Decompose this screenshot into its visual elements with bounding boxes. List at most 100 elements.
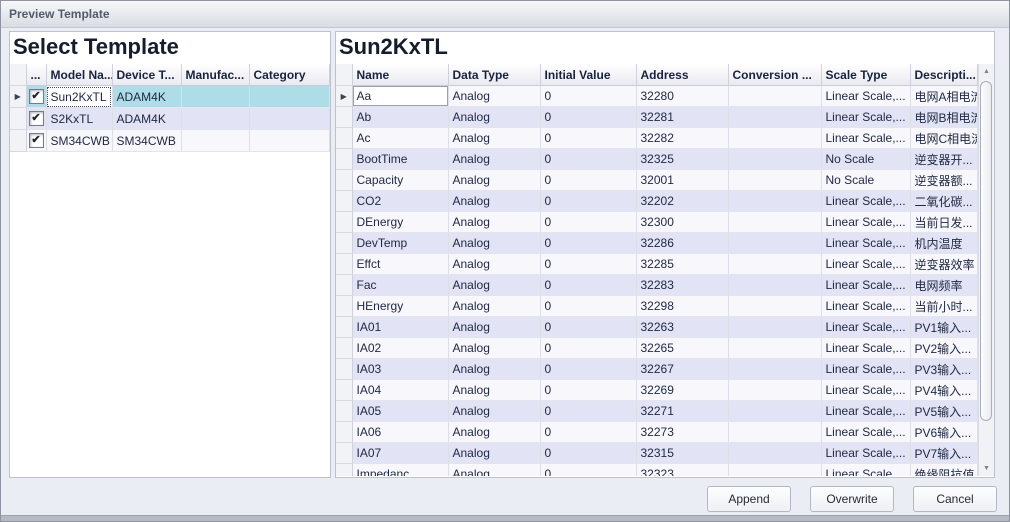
tag-name-cell[interactable]: IA07 <box>352 443 448 464</box>
template-row[interactable]: ▶✔Sun2KxTLADAM4K <box>10 86 330 108</box>
scale-type-cell[interactable]: Linear Scale,... <box>821 212 910 233</box>
description-cell[interactable]: 逆变器开... <box>910 149 978 170</box>
address-cell[interactable]: 32202 <box>636 191 728 212</box>
col-header-data-type[interactable]: Data Type <box>448 64 540 86</box>
scale-type-cell[interactable]: Linear Scale,... <box>821 233 910 254</box>
tag-name-cell[interactable]: BootTime <box>352 149 448 170</box>
conversion-cell[interactable] <box>728 443 821 464</box>
model-name-cell[interactable]: Sun2KxTL <box>46 86 112 108</box>
conversion-cell[interactable] <box>728 107 821 128</box>
overwrite-button[interactable]: Overwrite <box>810 486 894 512</box>
data-type-cell[interactable]: Analog <box>448 170 540 191</box>
tag-row[interactable]: IA02Analog032265Linear Scale,...PV2输入... <box>336 338 978 359</box>
manufacturer-cell[interactable] <box>181 86 249 108</box>
address-cell[interactable]: 32283 <box>636 275 728 296</box>
tag-name-cell[interactable]: Ac <box>352 128 448 149</box>
tag-row[interactable]: IA05Analog032271Linear Scale,...PV5输入... <box>336 401 978 422</box>
scale-type-cell[interactable]: Linear Scale,... <box>821 128 910 149</box>
address-cell[interactable]: 32315 <box>636 443 728 464</box>
append-button[interactable]: Append <box>707 486 791 512</box>
col-header-model-name[interactable]: Model Na... <box>46 64 112 86</box>
initial-value-cell[interactable]: 0 <box>540 86 636 107</box>
data-type-cell[interactable]: Analog <box>448 317 540 338</box>
window-titlebar[interactable]: Preview Template <box>1 1 1009 28</box>
checkbox-icon[interactable]: ✔ <box>29 133 44 148</box>
col-header-scale-type[interactable]: Scale Type <box>821 64 910 86</box>
tag-name-cell[interactable]: DEnergy <box>352 212 448 233</box>
conversion-cell[interactable] <box>728 464 821 477</box>
scale-type-cell[interactable]: Linear Scale,... <box>821 443 910 464</box>
initial-value-cell[interactable]: 0 <box>540 443 636 464</box>
description-cell[interactable]: 绝缘阻抗值 <box>910 464 978 477</box>
initial-value-cell[interactable]: 0 <box>540 296 636 317</box>
data-type-cell[interactable]: Analog <box>448 338 540 359</box>
initial-value-cell[interactable]: 0 <box>540 212 636 233</box>
data-type-cell[interactable]: Analog <box>448 212 540 233</box>
tag-name-cell[interactable]: Fac <box>352 275 448 296</box>
description-cell[interactable]: PV7输入... <box>910 443 978 464</box>
address-cell[interactable]: 32271 <box>636 401 728 422</box>
conversion-cell[interactable] <box>728 254 821 275</box>
description-cell[interactable]: PV4输入... <box>910 380 978 401</box>
template-row[interactable]: ✔S2KxTLADAM4K <box>10 108 330 130</box>
address-cell[interactable]: 32282 <box>636 128 728 149</box>
scale-type-cell[interactable]: Linear Scale,... <box>821 338 910 359</box>
initial-value-cell[interactable]: 0 <box>540 128 636 149</box>
conversion-cell[interactable] <box>728 359 821 380</box>
tag-name-cell[interactable]: CO2 <box>352 191 448 212</box>
address-cell[interactable]: 32323 <box>636 464 728 477</box>
tag-name-cell[interactable]: DevTemp <box>352 233 448 254</box>
scale-type-cell[interactable]: Linear Scale,... <box>821 401 910 422</box>
tag-name-cell[interactable]: Aa <box>352 86 448 107</box>
checkbox-icon[interactable]: ✔ <box>29 89 44 104</box>
conversion-cell[interactable] <box>728 401 821 422</box>
scale-type-cell[interactable]: No Scale <box>821 170 910 191</box>
initial-value-cell[interactable]: 0 <box>540 149 636 170</box>
tag-name-cell[interactable]: IA02 <box>352 338 448 359</box>
initial-value-cell[interactable]: 0 <box>540 464 636 477</box>
tag-name-cell[interactable]: IA06 <box>352 422 448 443</box>
initial-value-cell[interactable]: 0 <box>540 380 636 401</box>
tag-row[interactable]: IA04Analog032269Linear Scale,...PV4输入... <box>336 380 978 401</box>
initial-value-cell[interactable]: 0 <box>540 401 636 422</box>
data-type-cell[interactable]: Analog <box>448 233 540 254</box>
tag-name-cell[interactable]: IA04 <box>352 380 448 401</box>
initial-value-cell[interactable]: 0 <box>540 275 636 296</box>
address-cell[interactable]: 32267 <box>636 359 728 380</box>
description-cell[interactable]: 电网频率 <box>910 275 978 296</box>
conversion-cell[interactable] <box>728 128 821 149</box>
address-cell[interactable]: 32280 <box>636 86 728 107</box>
tag-row[interactable]: CO2Analog032202Linear Scale,...二氧化碳... <box>336 191 978 212</box>
initial-value-cell[interactable]: 0 <box>540 359 636 380</box>
category-cell[interactable] <box>249 130 330 152</box>
tag-row[interactable]: IA01Analog032263Linear Scale,...PV1输入... <box>336 317 978 338</box>
checkbox-cell[interactable]: ✔ <box>26 108 46 130</box>
initial-value-cell[interactable]: 0 <box>540 254 636 275</box>
scale-type-cell[interactable]: Linear Scale,... <box>821 254 910 275</box>
tag-row[interactable]: BootTimeAnalog032325No Scale逆变器开... <box>336 149 978 170</box>
col-header-device-type[interactable]: Device T... <box>112 64 181 86</box>
data-type-cell[interactable]: Analog <box>448 128 540 149</box>
col-header-name[interactable]: Name <box>352 64 448 86</box>
scale-type-cell[interactable]: No Scale <box>821 149 910 170</box>
description-cell[interactable]: PV3输入... <box>910 359 978 380</box>
data-type-cell[interactable]: Analog <box>448 191 540 212</box>
data-type-cell[interactable]: Analog <box>448 401 540 422</box>
description-cell[interactable]: PV5输入... <box>910 401 978 422</box>
address-cell[interactable]: 32281 <box>636 107 728 128</box>
description-cell[interactable]: 逆变器额... <box>910 170 978 191</box>
tag-name-cell[interactable]: IA01 <box>352 317 448 338</box>
checkbox-icon[interactable]: ✔ <box>29 111 44 126</box>
data-type-cell[interactable]: Analog <box>448 380 540 401</box>
data-type-cell[interactable]: Analog <box>448 86 540 107</box>
scroll-up-icon[interactable]: ▲ <box>979 64 994 79</box>
description-cell[interactable]: PV1输入... <box>910 317 978 338</box>
description-cell[interactable]: 机内温度 <box>910 233 978 254</box>
initial-value-cell[interactable]: 0 <box>540 170 636 191</box>
description-cell[interactable]: 逆变器效率 <box>910 254 978 275</box>
address-cell[interactable]: 32273 <box>636 422 728 443</box>
address-cell[interactable]: 32001 <box>636 170 728 191</box>
template-row[interactable]: ✔SM34CWBSM34CWB <box>10 130 330 152</box>
model-name-cell[interactable]: S2KxTL <box>46 108 112 130</box>
tag-name-cell[interactable]: Effct <box>352 254 448 275</box>
